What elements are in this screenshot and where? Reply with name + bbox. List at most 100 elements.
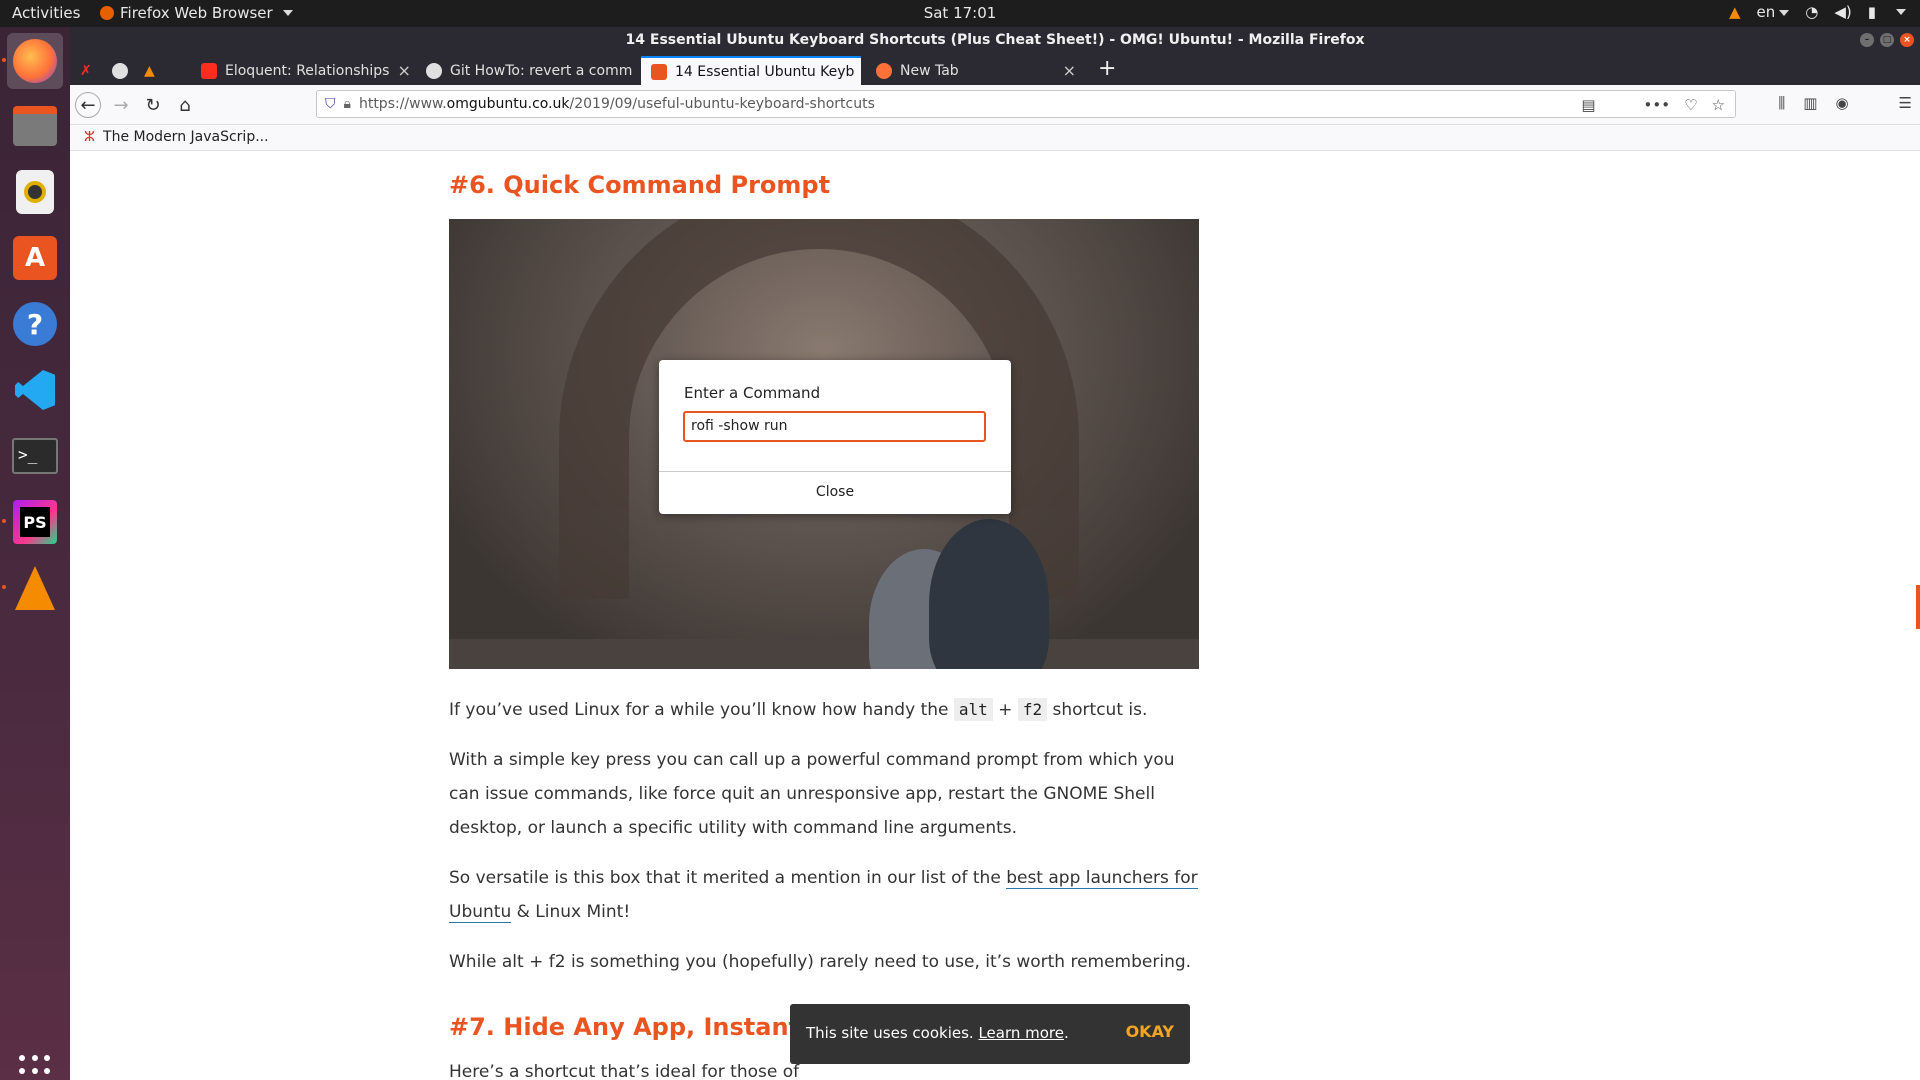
pocket-icon[interactable]: ♡ xyxy=(1684,96,1697,114)
tracking-shield-icon[interactable]: ⛉ xyxy=(325,96,336,112)
cookie-message: This site uses cookies. Learn more. xyxy=(806,1024,1069,1042)
language-indicator[interactable]: en xyxy=(1757,3,1790,21)
vlc-cone-icon xyxy=(15,566,55,610)
reader-view-icon[interactable]: ▤ xyxy=(1581,96,1595,114)
library-icon[interactable]: ⫼ xyxy=(1778,94,1785,112)
vlc-favicon-icon: ▲ xyxy=(144,62,155,79)
dock-phpstorm[interactable]: PS xyxy=(7,494,63,550)
activities-button[interactable]: Activities xyxy=(12,4,80,22)
dock-files[interactable] xyxy=(7,98,63,154)
paragraph: With a simple key press you can call up … xyxy=(449,750,1175,838)
code-alt: alt xyxy=(953,698,993,721)
dock-vlc[interactable] xyxy=(7,560,63,616)
tab-new-tab[interactable]: New Tab × xyxy=(866,56,1086,85)
firefox-small-icon xyxy=(100,6,114,20)
running-indicator xyxy=(2,58,6,62)
tab-label: Git HowTo: revert a comm xyxy=(450,62,633,79)
clock[interactable]: Sat 17:01 xyxy=(924,4,997,22)
sidebar-icon[interactable]: ▥ xyxy=(1803,94,1817,112)
learn-more-link[interactable]: Learn more xyxy=(978,1024,1064,1042)
laravel-favicon-icon xyxy=(201,62,217,79)
vscode-icon xyxy=(15,370,55,410)
chevron-down-icon xyxy=(282,10,293,16)
dock-help[interactable]: ? xyxy=(7,296,63,352)
laravel-favicon-icon: ✗ xyxy=(80,62,92,79)
command-dialog: Enter a Command rofi -show run Close xyxy=(659,360,1011,514)
lock-icon[interactable]: 🔒︎ xyxy=(344,96,351,112)
toolbar-right: ⫼ ▥ ◉ ☰ xyxy=(1778,94,1912,112)
tab-pinned-vlc[interactable]: ▲ xyxy=(134,56,164,85)
navigation-toolbar: ← → ↻ ⌂ ⛉ 🔒︎ https://www.omgubuntu.co.uk… xyxy=(70,85,1920,125)
home-icon[interactable]: ⌂ xyxy=(172,92,198,118)
bookmark-item[interactable]: ⵣ The Modern JavaScrip... xyxy=(84,129,269,145)
wifi-icon[interactable]: ◔ xyxy=(1805,3,1818,21)
tab-label: 14 Essential Ubuntu Keyb xyxy=(675,63,855,80)
maximize-icon[interactable]: □ xyxy=(1880,33,1894,47)
firefox-window: 14 Essential Ubuntu Keyboard Shortcuts (… xyxy=(70,27,1920,1080)
tab-label: New Tab xyxy=(900,62,959,79)
ubuntu-dock: A ? >_ PS xyxy=(0,27,70,1080)
close-tab-icon[interactable]: × xyxy=(1063,61,1076,80)
new-tab-plus-icon[interactable]: + xyxy=(1098,56,1116,81)
url-bar[interactable]: ⛉ 🔒︎ https://www.omgubuntu.co.uk/2019/09… xyxy=(316,90,1736,118)
tab-eloquent[interactable]: Eloquent: Relationships × xyxy=(191,56,411,85)
tab-label: Eloquent: Relationships xyxy=(225,62,390,79)
speaker-icon xyxy=(16,170,54,214)
firefox-icon xyxy=(13,39,57,83)
bookmark-favicon-icon: ⵣ xyxy=(84,129,96,145)
files-icon xyxy=(13,106,57,146)
forward-arrow-icon[interactable]: → xyxy=(108,92,134,118)
dock-vscode[interactable] xyxy=(7,362,63,418)
code-f2: f2 xyxy=(1017,698,1048,721)
bookmark-label: The Modern JavaScrip... xyxy=(103,129,269,145)
dialog-title: Enter a Command xyxy=(684,384,821,402)
section-heading-6: #6. Quick Command Prompt xyxy=(449,171,831,199)
article-image: Enter a Command rofi -show run Close xyxy=(449,219,1199,669)
volume-icon[interactable]: ◀) xyxy=(1834,3,1851,21)
running-indicator xyxy=(2,519,6,523)
phpstorm-icon: PS xyxy=(13,500,57,544)
battery-icon[interactable]: ▮ xyxy=(1868,3,1876,21)
dock-firefox[interactable] xyxy=(7,33,63,89)
cookie-banner: This site uses cookies. Learn more. OKAY xyxy=(790,1004,1190,1064)
help-icon: ? xyxy=(13,302,57,346)
hamburger-menu-icon[interactable]: ☰ xyxy=(1899,94,1912,112)
command-input: rofi -show run xyxy=(683,411,986,442)
paragraph: If you’ve used Linux for a while you’ll … xyxy=(449,698,1148,721)
reload-icon[interactable]: ↻ xyxy=(140,92,166,118)
bookmarks-toolbar: ⵣ The Modern JavaScrip... xyxy=(70,125,1920,151)
terminal-icon: >_ xyxy=(12,438,58,474)
page-actions-icon[interactable]: ••• xyxy=(1644,96,1671,114)
dock-ubuntu-software[interactable]: A xyxy=(7,230,63,286)
tab-pinned-github[interactable] xyxy=(102,56,132,85)
page-content: #6. Quick Command Prompt Enter a Command… xyxy=(70,151,1920,1080)
tab-omgubuntu[interactable]: 14 Essential Ubuntu Keyb × xyxy=(641,56,861,85)
dock-terminal[interactable]: >_ xyxy=(7,428,63,484)
running-indicator xyxy=(2,585,6,589)
omgubuntu-favicon-icon xyxy=(651,63,667,80)
account-icon[interactable]: ◉ xyxy=(1835,94,1848,112)
tab-bar: ✗ ▲ Eloquent: Relationships × Git HowTo:… xyxy=(70,53,1920,85)
system-menu-caret[interactable] xyxy=(1896,9,1906,15)
dialog-close-button: Close xyxy=(815,484,855,500)
window-titlebar: 14 Essential Ubuntu Keyboard Shortcuts (… xyxy=(70,27,1920,53)
url-actions: ▤ ••• ♡ ☆ xyxy=(1581,96,1725,114)
paragraph: While alt + f2 is something you (hopeful… xyxy=(449,952,1192,972)
tab-git-howto[interactable]: Git HowTo: revert a comm × xyxy=(416,56,636,85)
tab-pinned-laravel[interactable]: ✗ xyxy=(70,56,100,85)
cookie-okay-button[interactable]: OKAY xyxy=(1126,1022,1174,1041)
dock-rhythmbox[interactable] xyxy=(7,164,63,220)
close-tab-icon[interactable]: × xyxy=(397,61,410,80)
minimize-icon[interactable]: – xyxy=(1860,33,1874,47)
url-text: https://www.omgubuntu.co.uk/2019/09/usef… xyxy=(358,96,875,112)
close-icon[interactable]: × xyxy=(1900,33,1914,47)
app-menu[interactable]: Firefox Web Browser xyxy=(100,4,293,22)
show-applications-icon[interactable] xyxy=(19,1055,51,1080)
window-controls: – □ × xyxy=(1860,33,1914,47)
vlc-tray-icon[interactable]: ▲ xyxy=(1729,3,1741,21)
github-favicon-icon xyxy=(112,62,128,79)
bookmark-star-icon[interactable]: ☆ xyxy=(1712,96,1725,114)
scroll-position-marker xyxy=(1916,585,1920,629)
back-arrow-icon[interactable]: ← xyxy=(75,92,101,118)
system-top-bar: Activities Firefox Web Browser Sat 17:01… xyxy=(0,0,1920,27)
